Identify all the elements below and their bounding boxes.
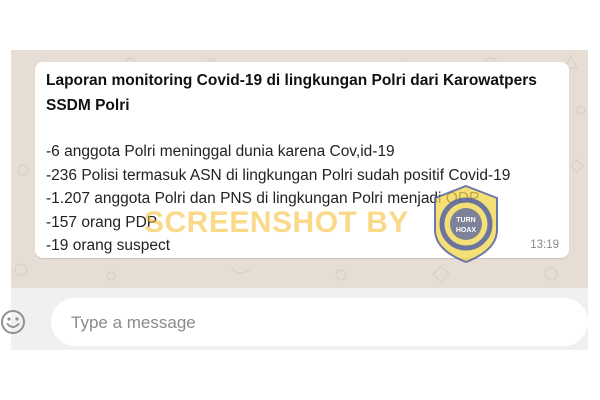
message-title: Laporan monitoring Covid-19 di lingkunga… [46, 72, 537, 114]
emoji-icon[interactable] [0, 308, 27, 336]
message-timestamp: 13:19 [530, 239, 559, 251]
seal-top-text: TURN [456, 217, 475, 224]
message-input-box[interactable] [51, 298, 588, 346]
chat-area: Laporan monitoring Covid-19 di lingkunga… [11, 50, 588, 288]
seal-graphic: TURN HOAX [434, 184, 498, 264]
turnbackhoax-seal-logo: TURN HOAX [431, 184, 501, 264]
seal-bottom-text: HOAX [456, 227, 477, 234]
message-line: -6 anggota Polri meninggal dunia karena … [46, 143, 395, 160]
watermark-text: SCREENSHOT BY [144, 206, 409, 239]
message-input[interactable] [69, 308, 553, 338]
message-composer [1, 288, 588, 350]
